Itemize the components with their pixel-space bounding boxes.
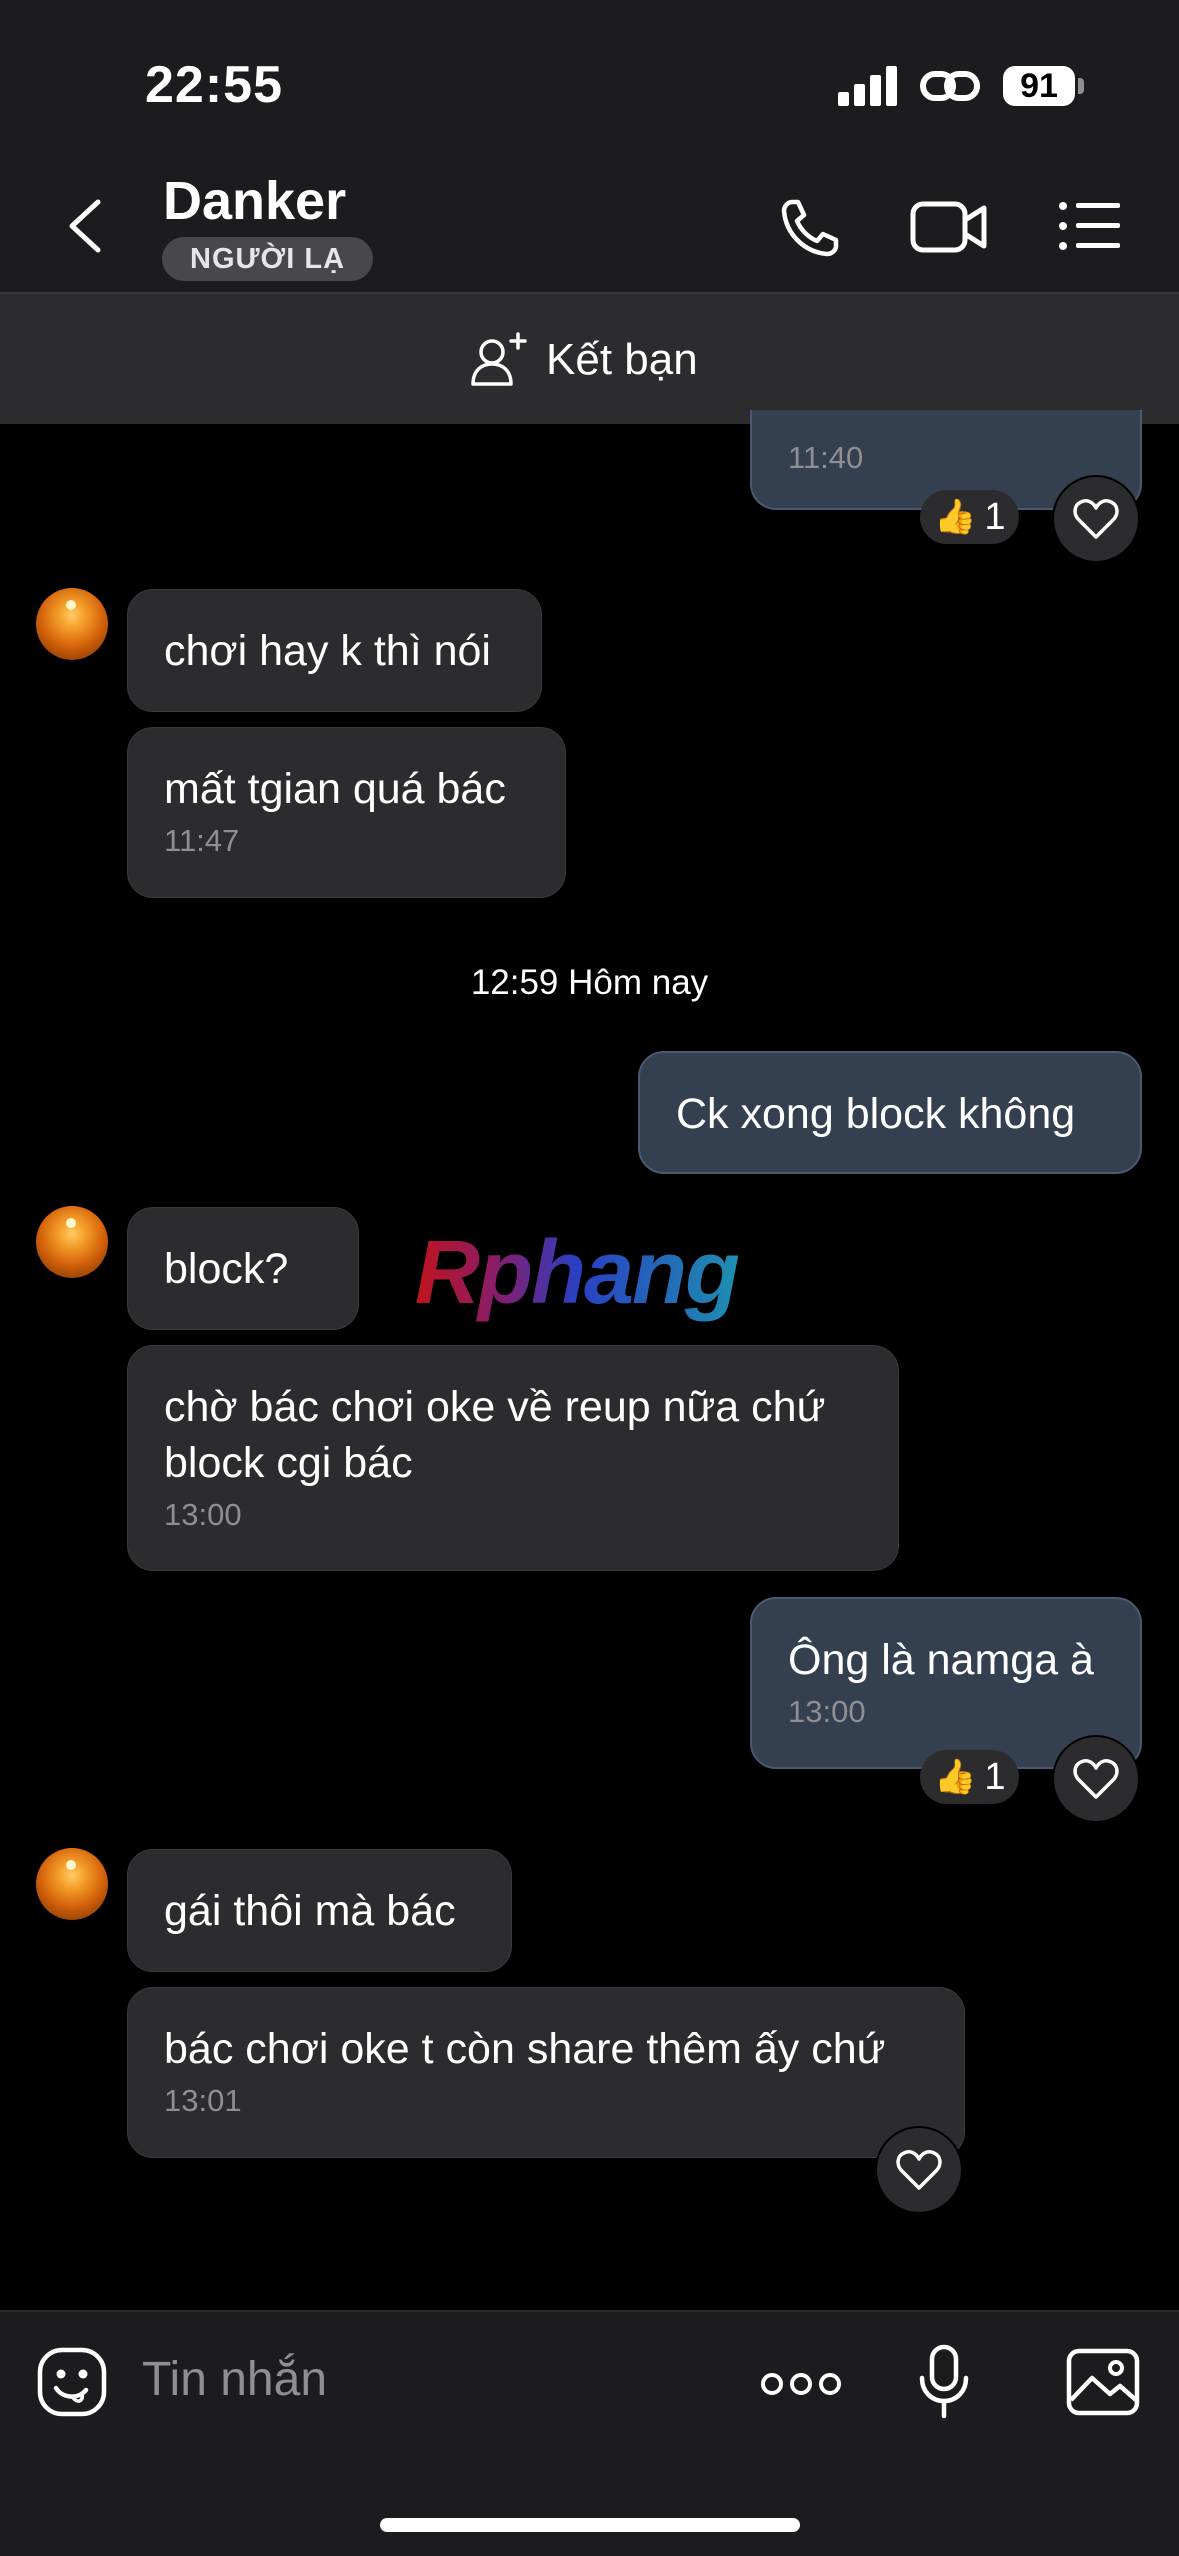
home-indicator — [380, 2518, 800, 2532]
message-bubble-incoming[interactable]: mất tgian quá bác 11:47 — [127, 727, 566, 898]
battery-indicator: 91 — [1003, 66, 1075, 106]
image-icon[interactable] — [1066, 2348, 1140, 2416]
message-text: chơi hay k thì nói — [164, 627, 491, 675]
reaction-count: 1 — [984, 495, 1006, 538]
message-time: 13:00 — [788, 1694, 866, 1729]
react-heart-button[interactable] — [875, 2126, 963, 2214]
status-time: 22:55 — [145, 56, 283, 114]
message-text: Ck xong block không — [676, 1090, 1076, 1138]
message-text-line: block cgi bác — [164, 1439, 413, 1487]
message-bubble-outgoing[interactable]: Ck xong block không — [638, 1051, 1142, 1174]
watermark-logo: Rphang — [415, 1223, 740, 1323]
message-bubble-incoming[interactable]: chơi hay k thì nói — [127, 589, 542, 712]
message-time: 13:01 — [164, 2083, 242, 2118]
menu-icon[interactable] — [1058, 200, 1122, 252]
video-call-icon[interactable] — [910, 198, 988, 256]
add-friend-button[interactable]: Kết bạn — [470, 325, 698, 395]
reaction-badge[interactable]: 👍 1 — [920, 490, 1020, 544]
signal-icon — [838, 64, 898, 106]
personal-hotspot-icon — [920, 71, 980, 101]
contact-avatar[interactable] — [36, 588, 108, 660]
message-bubble-incoming[interactable]: bác chơi oke t còn share thêm ấy chứ 13:… — [127, 1987, 965, 2158]
heart-icon — [896, 2150, 942, 2190]
date-separator: 12:59 Hôm nay — [470, 963, 709, 1002]
message-text: Ông là namga à — [788, 1636, 1094, 1684]
reaction-badge[interactable]: 👍 1 — [920, 1750, 1020, 1804]
message-text: gái thôi mà bác — [164, 1887, 456, 1935]
message-bubble-incoming[interactable]: block? — [127, 1207, 359, 1330]
message-time: 13:00 — [164, 1497, 242, 1532]
message-text: bác chơi oke t còn share thêm ấy chứ — [164, 2025, 886, 2073]
add-friend-icon — [471, 332, 527, 386]
contact-avatar[interactable] — [36, 1848, 108, 1920]
heart-icon — [1073, 1759, 1119, 1799]
reaction-count: 1 — [984, 1755, 1006, 1798]
phone-icon[interactable] — [778, 196, 842, 260]
thumbs-up-icon: 👍 — [934, 1758, 977, 1796]
heart-icon — [1073, 499, 1119, 539]
message-bubble-incoming[interactable]: chờ bác chơi oke về reup nữa chứ block c… — [127, 1345, 899, 1571]
microphone-icon[interactable] — [918, 2344, 970, 2420]
message-text-line: chờ bác chơi oke về reup nữa chứ — [164, 1383, 826, 1431]
stranger-badge: NGƯỜI LẠ — [162, 237, 374, 281]
thumbs-up-icon: 👍 — [934, 498, 977, 536]
message-time: 11:40 — [788, 440, 864, 475]
back-icon[interactable] — [62, 196, 108, 256]
message-text: block? — [164, 1245, 289, 1293]
message-bubble-incoming[interactable]: gái thôi mà bác — [127, 1849, 512, 1972]
message-time: 11:47 — [164, 823, 240, 858]
contact-name[interactable]: Danker — [163, 170, 346, 232]
react-heart-button[interactable] — [1052, 475, 1140, 563]
react-heart-button[interactable] — [1052, 1735, 1140, 1823]
emoji-icon[interactable] — [36, 2346, 108, 2418]
more-icon[interactable] — [760, 2370, 842, 2398]
add-friend-label: Kết bạn — [546, 335, 698, 384]
message-input[interactable]: Tin nhắn — [142, 2352, 327, 2407]
contact-avatar[interactable] — [36, 1206, 108, 1278]
message-text: mất tgian quá bác — [164, 765, 506, 813]
input-divider — [0, 2310, 1179, 2312]
battery-cap — [1078, 78, 1084, 94]
